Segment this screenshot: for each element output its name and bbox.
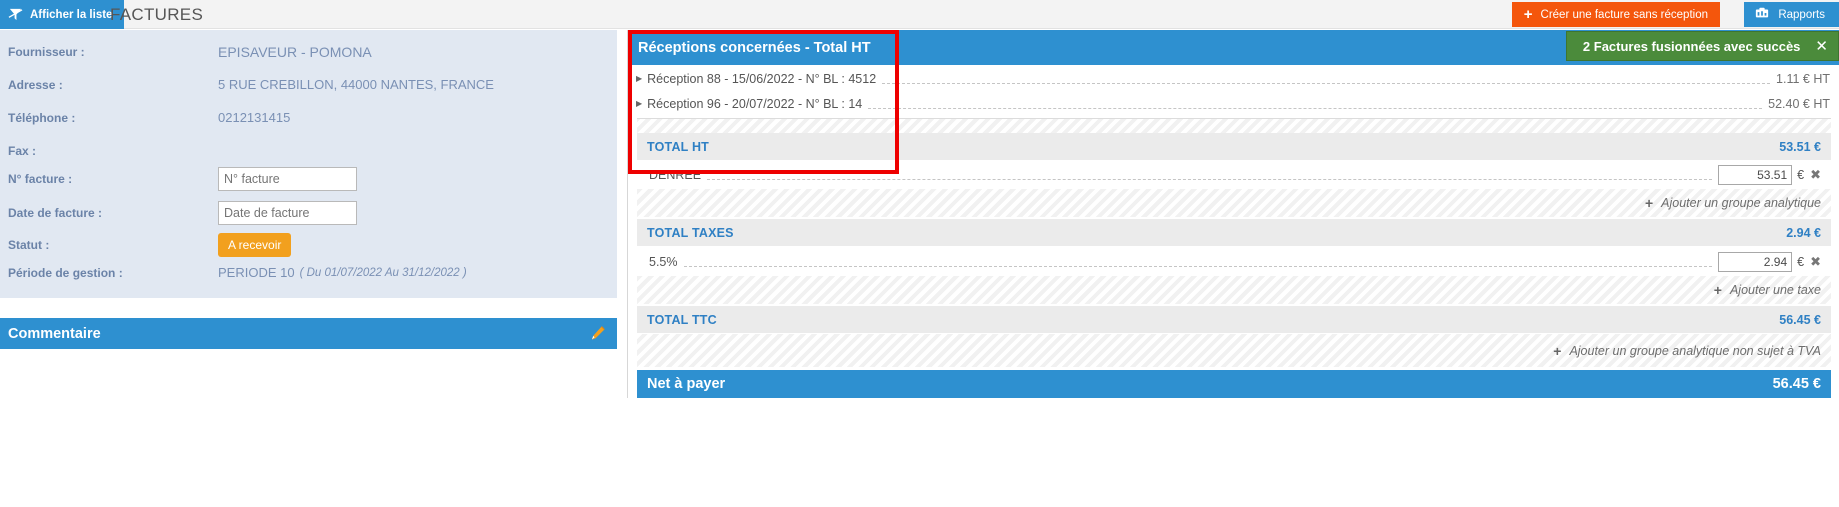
add-analytic-group-button[interactable]: + Ajouter un groupe analytique [1645, 195, 1831, 211]
periode-range: ( Du 01/07/2022 Au 31/12/2022 ) [299, 266, 467, 279]
delete-denree-icon[interactable]: ✖ [1810, 167, 1821, 183]
plus-icon: + [1553, 342, 1562, 359]
plus-icon: + [1644, 195, 1654, 211]
num-facture-row: N° facture : [0, 162, 617, 195]
zigzag-filter-icon [8, 7, 23, 22]
fournisseur-row: Fournisseur : EPISAVEUR - POMONA [0, 35, 617, 68]
net-to-pay-label: Net à payer [647, 376, 726, 392]
date-facture-input[interactable] [218, 200, 357, 225]
add-tax-label: Ajouter une taxe [1729, 283, 1821, 297]
total-ttc-band: TOTAL TTC 56.45 € [637, 306, 1831, 333]
telephone-label: Téléphone : [8, 110, 76, 125]
telephone-value: 0212131415 [218, 110, 291, 125]
supplier-info-panel: Fournisseur : EPISAVEUR - POMONA Adresse… [0, 30, 617, 298]
adresse-value: 5 RUE CREBILLON, 44000 NANTES, FRANCE [218, 77, 494, 92]
success-toast-message: 2 Factures fusionnées avec succès [1582, 38, 1801, 54]
telephone-row: Téléphone : 0212131415 [0, 101, 617, 134]
fournisseur-value: EPISAVEUR - POMONA [218, 43, 372, 60]
denree-label: DENREE [649, 167, 702, 182]
adresse-row: Adresse : 5 RUE CREBILLON, 44000 NANTES,… [0, 68, 617, 101]
add-analytic-group-row: + Ajouter un groupe analytique [637, 189, 1831, 217]
reception-label: Réception 96 - 20/07/2022 - N° BL : 14 [647, 96, 863, 111]
plus-icon: + [1523, 6, 1533, 23]
num-facture-input[interactable] [218, 166, 357, 191]
denree-amount-input[interactable] [1718, 164, 1793, 185]
add-non-vat-group-label: Ajouter un groupe analytique non sujet à… [1569, 343, 1821, 358]
total-taxes-band: TOTAL TAXES 2.94 € [637, 219, 1831, 246]
report-chart-icon [1755, 6, 1769, 23]
invoice-totals-panel: Réceptions concernées - Total HT 2 Factu… [627, 30, 1839, 398]
total-ht-label: TOTAL HT [647, 139, 710, 154]
comment-title: Commentaire [8, 325, 101, 342]
add-non-vat-group-button[interactable]: + Ajouter un groupe analytique non sujet… [1553, 343, 1831, 359]
tax-rate-row: 5.5% € ✖ [637, 247, 1831, 276]
euro-symbol: € [1797, 167, 1805, 182]
num-facture-label: N° facture : [8, 171, 73, 186]
add-analytic-group-label: Ajouter un groupe analytique [1661, 196, 1821, 210]
create-invoice-label: Créer une facture sans réception [1540, 8, 1708, 21]
statut-label: Statut : [8, 237, 50, 252]
reception-amount: 52.40 € HT [1768, 96, 1830, 111]
top-bar: Afficher la liste FACTURES + Créer une f… [0, 0, 1839, 29]
create-invoice-button[interactable]: + Créer une facture sans réception [1511, 2, 1720, 27]
periode-label: Période de gestion : [8, 265, 123, 280]
total-ht-band: TOTAL HT 53.51 € [637, 133, 1831, 160]
add-tax-button[interactable]: + Ajouter une taxe [1714, 282, 1831, 298]
reception-row[interactable]: ▶ Réception 88 - 15/06/2022 - N° BL : 45… [628, 66, 1839, 91]
adresse-label: Adresse : [8, 77, 63, 92]
date-facture-label: Date de facture : [8, 205, 103, 220]
pencil-icon[interactable] [590, 325, 606, 341]
page-title: FACTURES [110, 4, 204, 24]
reports-label: Rapports [1778, 8, 1825, 21]
status-badge[interactable]: A recevoir [218, 232, 292, 257]
leader-dots [868, 108, 1763, 109]
fournisseur-label: Fournisseur : [8, 44, 85, 59]
close-icon[interactable]: ✕ [1815, 39, 1828, 54]
receptions-header-title: Réceptions concernées - Total HT [638, 39, 871, 56]
fax-label: Fax : [8, 143, 37, 158]
plus-icon: + [1713, 282, 1722, 298]
total-taxes-label: TOTAL TAXES [647, 225, 734, 240]
date-facture-row: Date de facture : [0, 196, 617, 229]
net-to-pay-amount: 56.45 € [1772, 376, 1821, 392]
leader-dots [683, 266, 1713, 267]
success-toast: 2 Factures fusionnées avec succès ✕ [1565, 31, 1839, 61]
chevron-right-icon[interactable]: ▶ [636, 74, 642, 83]
tax-rate-label: 5.5% [649, 254, 678, 269]
chevron-right-icon[interactable]: ▶ [636, 99, 642, 108]
periode-row: Période de gestion : PERIODE 10 ( Du 01/… [0, 256, 617, 289]
hatch-spacer [637, 119, 1831, 133]
reception-amount: 1.11 € HT [1776, 71, 1830, 86]
reception-row[interactable]: ▶ Réception 96 - 20/07/2022 - N° BL : 14… [628, 91, 1839, 116]
denree-row: DENREE € ✖ [637, 160, 1831, 189]
total-ht-amount: 53.51 € [1779, 139, 1821, 154]
tax-amount-input[interactable] [1718, 251, 1793, 272]
total-taxes-amount: 2.94 € [1786, 225, 1821, 240]
leader-dots [707, 179, 1713, 180]
delete-tax-icon[interactable]: ✖ [1810, 254, 1821, 270]
total-ttc-label: TOTAL TTC [647, 312, 717, 327]
euro-symbol: € [1797, 254, 1805, 269]
add-non-vat-group-row: + Ajouter un groupe analytique non sujet… [637, 334, 1831, 367]
comment-section-header: Commentaire [0, 318, 617, 349]
periode-value: PERIODE 10 [218, 265, 295, 280]
show-list-button[interactable]: Afficher la liste [0, 0, 125, 29]
show-list-label: Afficher la liste [30, 8, 113, 21]
reception-label: Réception 88 - 15/06/2022 - N° BL : 4512 [647, 71, 877, 86]
net-to-pay-bar: Net à payer 56.45 € [637, 370, 1831, 398]
total-ttc-amount: 56.45 € [1779, 312, 1821, 327]
leader-dots [882, 83, 1771, 84]
reports-button[interactable]: Rapports [1744, 2, 1839, 27]
add-tax-row: + Ajouter une taxe [637, 276, 1831, 304]
